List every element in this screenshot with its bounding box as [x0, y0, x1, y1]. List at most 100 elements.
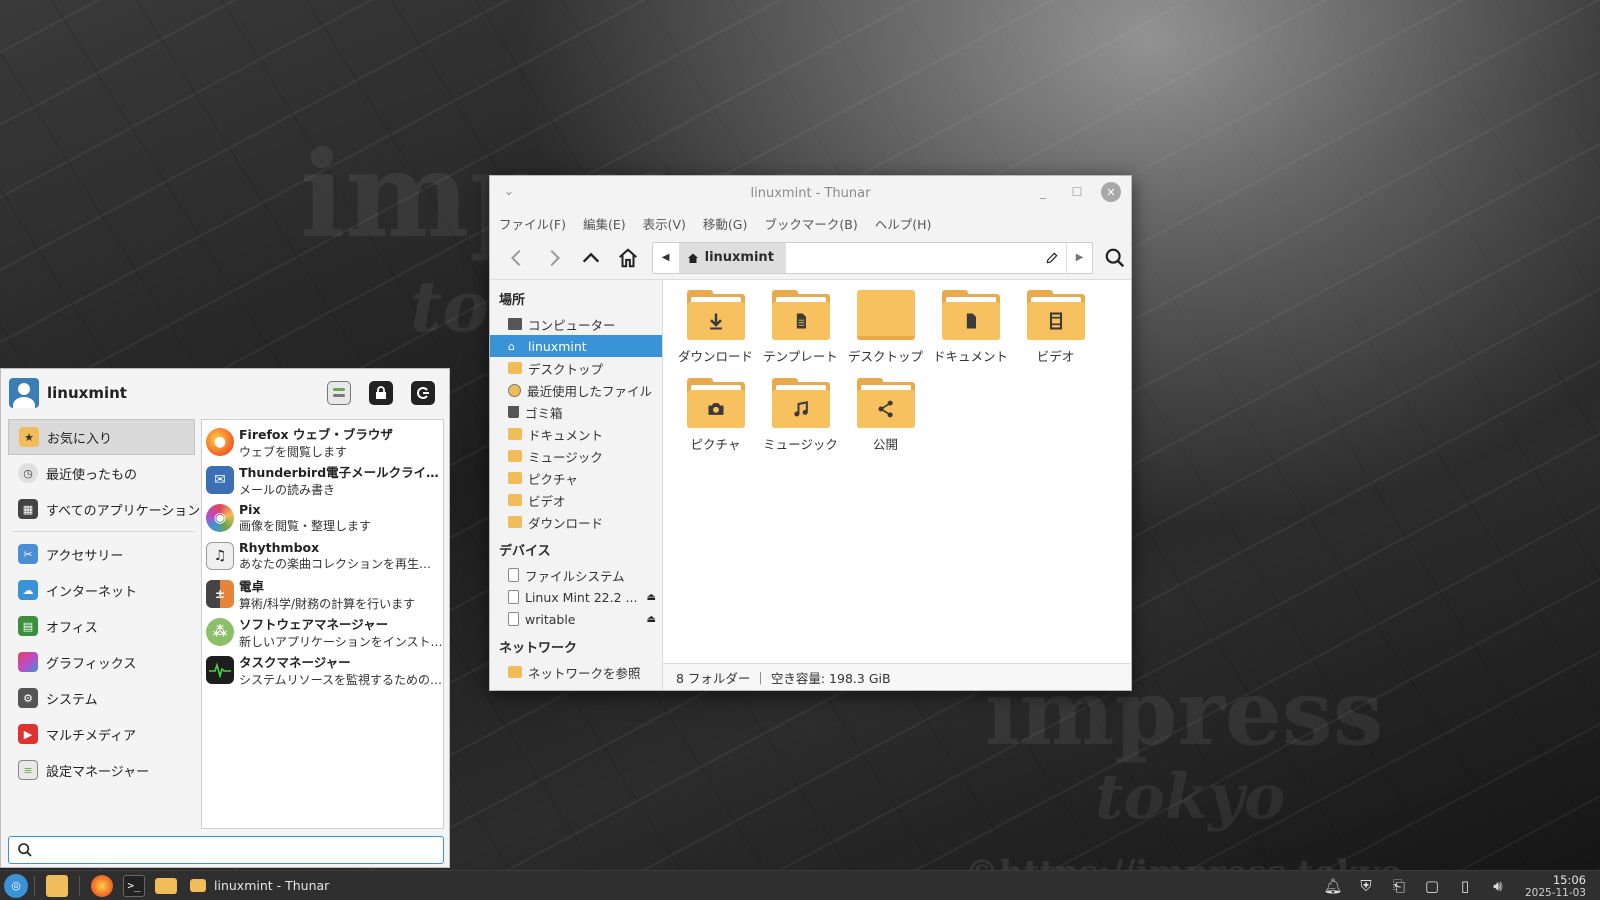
firefox-icon: ● — [206, 428, 234, 456]
update-manager-icon[interactable]: ⛨ — [1356, 876, 1376, 896]
folder-music[interactable]: ミュージック — [758, 378, 843, 453]
sidebar-header-network: ネットワーク — [499, 641, 578, 656]
menu-edit[interactable]: 編集(E) — [583, 214, 626, 233]
edit-location-button[interactable] — [1038, 251, 1066, 265]
eject-icon[interactable]: ⏏ — [647, 592, 656, 603]
maximize-button[interactable]: ☐ — [1067, 182, 1087, 202]
folder-icon — [508, 362, 522, 374]
category-favorites[interactable]: ★ お気に入り — [8, 419, 195, 455]
firefox-launcher[interactable] — [91, 874, 113, 897]
app-pix[interactable]: ◉ Pix 画像を閲覧・整理します — [202, 499, 443, 537]
app-calculator[interactable]: ± 電卓 算術/科学/財務の計算を行います — [202, 575, 443, 613]
graphics-icon — [18, 652, 38, 672]
settings-manager-icon: ≡ — [18, 760, 38, 780]
sidebar-item-documents[interactable]: ドキュメント — [490, 423, 662, 445]
avatar[interactable] — [9, 378, 39, 408]
terminal-launcher[interactable]: >_ — [123, 874, 145, 897]
app-firefox[interactable]: ● Firefox ウェブ・ブラウザ ウェブを閲覧します — [202, 423, 443, 461]
sidebar-item-recent[interactable]: 最近使用したファイル — [490, 379, 662, 401]
folder-downloads[interactable]: ダウンロード — [673, 290, 758, 365]
lock-screen-button[interactable] — [369, 381, 393, 405]
search-input[interactable] — [39, 838, 443, 862]
app-thunderbird[interactable]: ✉ Thunderbird電子メールクライアント メールの読み書き — [202, 461, 443, 499]
app-software-manager[interactable]: ⁂ ソフトウェアマネージャー新しいアプリケーションをインストールします — [202, 613, 443, 651]
mint-menu-button[interactable]: ◎ — [4, 873, 28, 898]
rhythmbox-icon: ♫ — [206, 542, 234, 570]
folder-pictures[interactable]: ピクチャ — [673, 378, 758, 453]
sidebar-item-desktop[interactable]: デスクトップ — [490, 357, 662, 379]
logout-button[interactable] — [411, 381, 435, 405]
menu-help[interactable]: ヘルプ(H) — [875, 214, 932, 233]
menu-bookmarks[interactable]: ブックマーク(B) — [764, 214, 857, 233]
sidebar-item-trash[interactable]: ゴミ箱 — [490, 401, 662, 423]
sidebar-item-linux-mint-media[interactable]: Linux Mint 22.2 ... ⏏ — [490, 586, 662, 608]
folder-download-icon — [686, 290, 745, 340]
path-scroll-right-button[interactable]: ▶ — [1066, 242, 1092, 273]
sidebar-item-downloads[interactable]: ダウンロード — [490, 511, 662, 533]
category-multimedia[interactable]: ▶ マルチメディア — [8, 716, 195, 752]
app-rhythmbox[interactable]: ♫ Rhythmboxあなたの楽曲コレクションを再生、整理します — [202, 537, 443, 575]
folder-icon — [508, 494, 522, 506]
path-scroll-left-button[interactable]: ◀ — [653, 243, 679, 273]
category-office[interactable]: ▤ オフィス — [8, 608, 195, 644]
sidebar-item-videos[interactable]: ビデオ — [490, 489, 662, 511]
sidebar-item-home[interactable]: ⌂ linuxmint — [490, 335, 662, 357]
clipboard-icon[interactable]: ⎗ — [1389, 876, 1409, 896]
category-recent[interactable]: ◷ 最近使ったもの — [8, 455, 195, 491]
up-button[interactable] — [576, 243, 606, 273]
disk-icon — [508, 612, 519, 626]
close-button[interactable]: ✕ — [1101, 182, 1121, 202]
folder-public[interactable]: 公開 — [843, 378, 928, 453]
office-icon: ▤ — [18, 616, 38, 636]
sidebar-item-computer[interactable]: コンピューター — [490, 313, 662, 335]
sidebar-item-pictures[interactable]: ピクチャ — [490, 467, 662, 489]
software-manager-icon: ⁂ — [206, 618, 234, 646]
sidebar-item-browse-network[interactable]: ネットワークを参照 — [490, 661, 662, 683]
settings-icon — [333, 388, 345, 397]
favorites-icon: ★ — [19, 427, 39, 447]
show-desktop-button[interactable] — [46, 874, 68, 897]
menu-view[interactable]: 表示(V) — [643, 214, 686, 233]
back-button[interactable] — [502, 243, 532, 273]
watermark: tokyo — [1095, 760, 1286, 833]
volume-icon[interactable]: 🔊︎ — [1488, 876, 1508, 896]
app-task-manager[interactable]: タスクマネージャーシステムリソースを監視するためのツール — [202, 651, 443, 689]
workspace-icon[interactable]: ▢ — [1422, 876, 1442, 896]
menu-go[interactable]: 移動(G) — [703, 214, 747, 233]
settings-button[interactable] — [327, 381, 351, 405]
category-system[interactable]: ⚙ システム — [8, 680, 195, 716]
logout-icon — [417, 387, 429, 399]
file-manager-launcher[interactable] — [155, 877, 177, 894]
sidebar-item-writable[interactable]: writable ⏏ — [490, 608, 662, 630]
lock-icon — [376, 386, 386, 399]
username: linuxmint — [47, 384, 127, 402]
category-settings-manager[interactable]: ≡ 設定マネージャー — [8, 752, 195, 788]
category-all-apps[interactable]: ▦ すべてのアプリケーション — [8, 491, 200, 527]
taskbar-window-thunar[interactable]: linuxmint - Thunar — [190, 878, 329, 893]
folder-documents[interactable]: ドキュメント — [928, 290, 1013, 365]
notifications-icon[interactable]: 🔔︎ — [1323, 876, 1343, 896]
category-internet[interactable]: ☁ インターネット — [8, 572, 195, 608]
clock[interactable]: 15:06 2025-11-03 — [1525, 873, 1586, 899]
breadcrumb-home[interactable]: linuxmint — [678, 242, 786, 273]
recent-icon: ◷ — [18, 463, 38, 483]
home-button[interactable] — [613, 243, 643, 273]
folder-desktop[interactable]: デスクトップ — [843, 290, 928, 365]
sidebar-item-filesystem[interactable]: ファイルシステム — [490, 564, 662, 586]
folder-templates[interactable]: テンプレート — [758, 290, 843, 365]
folder-videos[interactable]: ビデオ — [1013, 290, 1098, 365]
window-titlebar[interactable]: ⌄ linuxmint - Thunar _ ☐ ✕ — [490, 176, 1131, 210]
pencil-icon — [1046, 252, 1058, 263]
category-accessories[interactable]: ✂ アクセサリー — [8, 536, 195, 572]
sidebar-item-music[interactable]: ミュージック — [490, 445, 662, 467]
folder-music-icon — [771, 378, 830, 428]
file-view[interactable]: ダウンロード テンプレート デスクトップ ドキュメント ビデオ ピクチャ ミュー… — [663, 280, 1131, 690]
window-menu-icon[interactable]: ⌄ — [504, 184, 514, 198]
power-icon[interactable]: ▯ — [1455, 876, 1475, 896]
minimize-button[interactable]: _ — [1033, 182, 1053, 202]
category-graphics[interactable]: グラフィックス — [8, 644, 195, 680]
forward-button[interactable] — [539, 243, 569, 273]
search-button[interactable] — [1099, 243, 1131, 273]
eject-icon[interactable]: ⏏ — [647, 614, 656, 625]
menu-file[interactable]: ファイル(F) — [499, 214, 566, 233]
